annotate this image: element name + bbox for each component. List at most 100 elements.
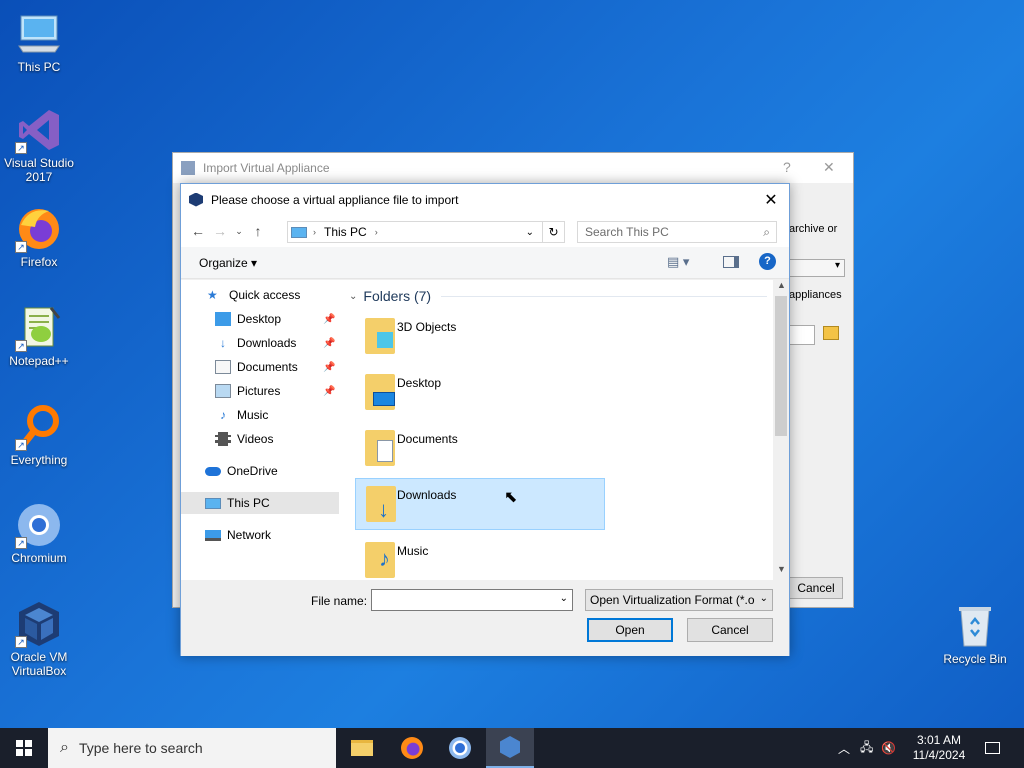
desktop-icon-label: Firefox	[20, 255, 58, 269]
desktop-icon-this-pc[interactable]: This PC	[0, 10, 78, 74]
back-arrow-icon[interactable]: ←	[187, 223, 209, 239]
desktop-icon-notepadpp[interactable]: ↗ Notepad++	[0, 304, 78, 368]
file-type-select[interactable]: Open Virtualization Format (*.o ⌄	[585, 589, 773, 611]
preview-pane-icon[interactable]	[723, 256, 739, 268]
view-options-icon[interactable]: ▤ ▾	[667, 254, 689, 270]
search-box[interactable]: Search This PC ⌕	[577, 221, 777, 243]
volume-muted-icon[interactable]: 🔇	[881, 741, 896, 755]
folder-item-music[interactable]: ♪ Music	[355, 534, 605, 580]
music-note-icon: ♪	[379, 546, 390, 571]
shortcut-arrow-icon: ↗	[15, 537, 27, 549]
folder-icon	[351, 740, 373, 756]
forward-arrow-icon[interactable]: →	[209, 223, 231, 239]
firefox-icon: ↗	[15, 205, 63, 253]
cancel-button[interactable]: Cancel	[687, 618, 773, 642]
nav-network[interactable]: Network	[205, 524, 271, 546]
open-button[interactable]: Open	[587, 618, 673, 642]
desktop-icon-everything[interactable]: ↗ Everything	[0, 403, 78, 467]
taskbar-chromium[interactable]	[436, 728, 484, 768]
nav-label: Pictures	[237, 384, 281, 398]
start-button[interactable]	[0, 728, 48, 768]
help-button[interactable]: ?	[783, 159, 791, 175]
clock-date: 11/4/2024	[912, 748, 966, 762]
folder-item-3d-objects[interactable]: 3D Objects	[355, 310, 605, 362]
taskbar-search-input[interactable]: Type here to search	[79, 740, 203, 756]
close-button[interactable]: ✕	[823, 159, 835, 176]
nav-item-documents[interactable]: Documents	[215, 356, 298, 378]
pictures-icon	[215, 384, 231, 398]
pin-icon[interactable]: 📌	[323, 338, 335, 349]
monitor-icon	[373, 392, 395, 406]
shortcut-arrow-icon: ↗	[15, 439, 27, 451]
taskbar-search[interactable]: ⌕ Type here to search	[48, 728, 336, 768]
vertical-scrollbar[interactable]: ▲ ▼	[773, 280, 789, 580]
help-icon[interactable]: ?	[759, 253, 776, 270]
pin-icon[interactable]: 📌	[323, 362, 335, 373]
chromium-icon: ↗	[15, 501, 63, 549]
collapse-chevron-icon: ⌄	[349, 290, 358, 302]
nav-item-desktop[interactable]: Desktop	[215, 308, 281, 330]
back-cancel-button[interactable]: Cancel	[789, 577, 843, 599]
nav-item-pictures[interactable]: Pictures	[215, 380, 280, 402]
taskbar-file-explorer[interactable]	[338, 728, 386, 768]
pin-icon[interactable]: 📌	[323, 386, 335, 397]
source-dropdown[interactable]: ▾	[789, 259, 845, 277]
nav-item-downloads[interactable]: ↓ Downloads	[215, 332, 296, 354]
navigation-pane: ★ Quick access Desktop 📌 ↓ Downloads 📌 D…	[181, 280, 341, 580]
address-root[interactable]: This PC	[324, 225, 367, 239]
folder-item-downloads[interactable]: ↓ Downloads ⬉	[355, 478, 605, 530]
folder-open-icon[interactable]	[823, 326, 839, 340]
desktop-icon-recycle-bin[interactable]: Recycle Bin	[936, 602, 1014, 666]
desktop-icon-chromium[interactable]: ↗ Chromium	[0, 501, 78, 565]
clock-time: 3:01 AM	[916, 733, 962, 747]
taskbar-firefox[interactable]	[388, 728, 436, 768]
file-path-field[interactable]	[789, 325, 815, 345]
cube-icon	[377, 332, 393, 348]
folder-item-documents[interactable]: Documents	[355, 422, 605, 474]
computer-icon	[15, 10, 63, 58]
organize-button[interactable]: Organize ▾	[199, 256, 257, 270]
nav-quick-access[interactable]: ★ Quick access	[207, 284, 300, 306]
notifications-button[interactable]	[980, 728, 1004, 768]
refresh-icon[interactable]: ↻	[542, 221, 564, 243]
scrollbar-thumb[interactable]	[775, 296, 787, 436]
clock[interactable]: 3:01 AM 11/4/2024	[902, 728, 976, 768]
desktop-icon-firefox[interactable]: ↗ Firefox	[0, 205, 78, 269]
nav-this-pc[interactable]: This PC	[181, 492, 339, 514]
folders-group-header[interactable]: ⌄ Folders (7)	[349, 288, 768, 304]
nav-item-music[interactable]: ♪ Music	[215, 404, 268, 426]
desktop-icon-label: Visual Studio 2017	[4, 156, 74, 184]
system-tray: ︿ 🖧 🔇	[838, 728, 896, 768]
nav-onedrive[interactable]: OneDrive	[205, 460, 278, 482]
dropdown-chevron-icon[interactable]: ⌄	[560, 593, 568, 604]
visual-studio-icon: ↗	[15, 106, 63, 154]
scroll-down-icon[interactable]: ▼	[777, 564, 786, 574]
show-hidden-icons-chevron[interactable]: ︿	[838, 740, 850, 757]
file-name-input[interactable]: ⌄	[371, 589, 573, 611]
archive-text: archive or	[789, 223, 838, 235]
taskbar-virtualbox[interactable]	[486, 728, 534, 768]
nav-label: Videos	[237, 432, 274, 446]
folder-label: 3D Objects	[397, 320, 457, 334]
dialog-close-button[interactable]: ✕	[761, 190, 781, 210]
network-icon[interactable]: 🖧	[860, 738, 873, 759]
group-divider	[441, 295, 768, 297]
address-bar[interactable]: › This PC › ⌄ ↻	[287, 221, 565, 243]
nav-label: Quick access	[229, 288, 301, 302]
folder-item-desktop[interactable]: Desktop	[355, 366, 605, 418]
desktop-icon-virtualbox[interactable]: ↗ Oracle VM VirtualBox	[0, 600, 78, 678]
address-dropdown-icon[interactable]: ⌄	[526, 227, 534, 238]
scroll-up-icon[interactable]: ▲	[777, 280, 786, 290]
notepadpp-icon: ↗	[15, 304, 63, 352]
recent-locations-icon[interactable]: ⌄	[231, 226, 247, 237]
nav-label: OneDrive	[227, 464, 278, 478]
up-arrow-icon[interactable]: ↑	[247, 223, 269, 239]
file-list-pane: ⌄ Folders (7) 3D Objects Desktop Documen…	[341, 280, 773, 580]
nav-item-videos[interactable]: Videos	[215, 428, 273, 450]
desktop-icon-visual-studio[interactable]: ↗ Visual Studio 2017	[0, 106, 78, 184]
computer-icon	[291, 226, 307, 238]
shortcut-arrow-icon: ↗	[15, 142, 27, 154]
search-input[interactable]: Search This PC	[585, 225, 669, 239]
cloud-icon	[205, 466, 221, 476]
pin-icon[interactable]: 📌	[323, 314, 335, 325]
